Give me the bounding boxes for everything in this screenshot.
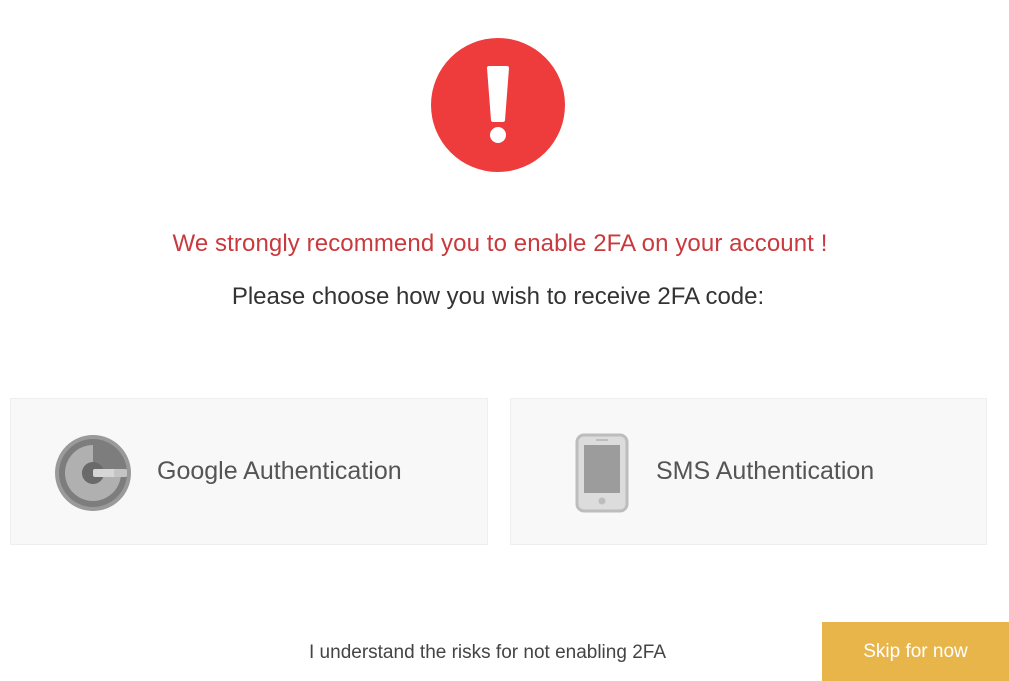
sms-authentication-option[interactable]: SMS Authentication (510, 398, 987, 545)
warning-message: We strongly recommend you to enable 2FA … (172, 230, 828, 257)
accept-risk-link[interactable]: I understand the risks for not enabling … (309, 642, 666, 664)
google-authentication-label: Google Authentication (157, 457, 402, 485)
instruction-text: Please choose how you wish to receive 2F… (231, 283, 765, 310)
two-factor-setup-dialog: We strongly recommend you to enable 2FA … (0, 0, 1009, 681)
sms-authentication-label: SMS Authentication (656, 457, 875, 485)
skip-for-now-button[interactable]: Skip for now (822, 622, 1009, 681)
google-authentication-option[interactable]: Google Authentication (10, 398, 488, 545)
exclamation-alert-icon (431, 38, 565, 172)
phone-icon (575, 433, 629, 513)
google-authenticator-icon (55, 435, 131, 511)
